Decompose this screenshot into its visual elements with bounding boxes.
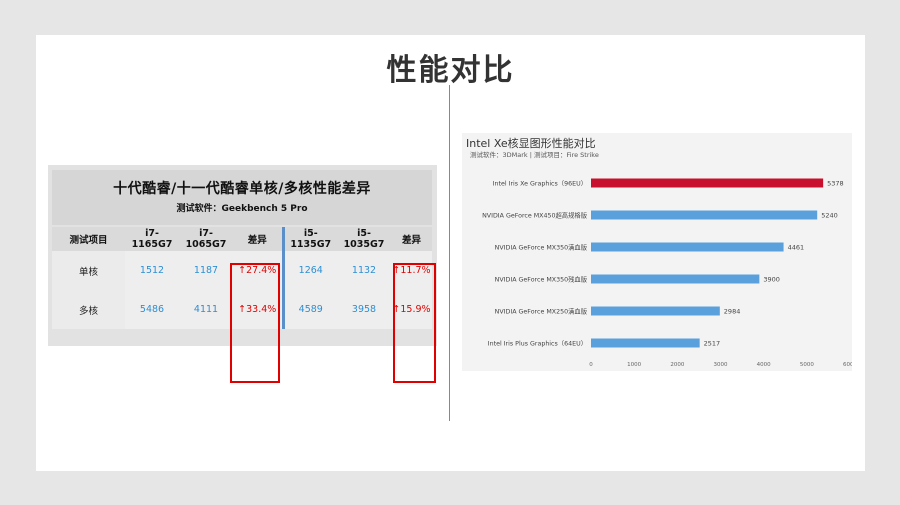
bar bbox=[591, 306, 720, 316]
bar-chart: Intel Iris Xe Graphics（96EU） 5378 NVIDIA G… bbox=[482, 178, 852, 368]
bar bbox=[591, 210, 818, 220]
data-label: 5240 bbox=[821, 212, 838, 220]
cell-value: 5486 bbox=[125, 290, 179, 329]
header-i7-1065g7: i7-1065G7 bbox=[179, 227, 233, 251]
table-subtitle: 测试软件：Geekbench 5 Pro bbox=[176, 204, 308, 214]
header-i7-1165g7: i7-1165G7 bbox=[125, 227, 179, 251]
category-label: NVIDIA GeForce MX250满血版 bbox=[495, 307, 588, 316]
data-label: 2517 bbox=[704, 340, 721, 348]
table-header-row: 测试项目 i7-1165G7 i7-1065G7 差异 i5-1135G7 i5… bbox=[52, 227, 432, 251]
data-label: 4461 bbox=[788, 244, 805, 252]
table-header: 十代酷睿/十一代酷睿单核/多核性能差异 测试软件：Geekbench 5 Pro bbox=[52, 170, 432, 225]
x-tick-label: 0 bbox=[589, 362, 593, 368]
data-label: 2984 bbox=[724, 308, 741, 316]
cell-value: 1264 bbox=[283, 251, 337, 290]
x-tick-label: 1000 bbox=[627, 362, 641, 368]
row-label: 多核 bbox=[52, 290, 125, 329]
bar bbox=[591, 242, 784, 252]
bar bbox=[591, 338, 700, 348]
bar bbox=[591, 274, 760, 284]
category-label: NVIDIA GeForce MX450超高规格版 bbox=[482, 211, 588, 220]
cell-value: 1512 bbox=[125, 251, 179, 290]
x-tick-label: 2000 bbox=[670, 362, 684, 368]
x-tick-label: 3000 bbox=[714, 362, 728, 368]
data-label: 3900 bbox=[763, 276, 780, 284]
highlight-box-diff-i5 bbox=[393, 263, 436, 383]
cell-value: 4111 bbox=[179, 290, 233, 329]
header-i5-1035g7: i5-1035G7 bbox=[337, 227, 391, 251]
row-label: 单核 bbox=[52, 251, 125, 290]
cell-value: 1132 bbox=[337, 251, 391, 290]
slide: 性能对比 十代酷睿/十一代酷睿单核/多核性能差异 测试软件：Geekbench … bbox=[36, 35, 865, 471]
gpu-chart-panel: Intel Xe核显图形性能对比 测试软件：3DMark | 测试项目：Fire… bbox=[462, 133, 852, 371]
cell-value: 4589 bbox=[283, 290, 337, 329]
bar bbox=[591, 178, 824, 188]
x-tick-label: 5000 bbox=[800, 362, 814, 368]
category-label: Intel Iris Plus Graphics（64EU） bbox=[488, 341, 587, 348]
divider-line bbox=[449, 85, 450, 421]
x-tick-label: 4000 bbox=[757, 362, 771, 368]
header-i5-1135g7: i5-1135G7 bbox=[283, 227, 337, 251]
cell-value: 1187 bbox=[179, 251, 233, 290]
category-label: NVIDIA GeForce MX350残血版 bbox=[495, 275, 588, 284]
category-label: NVIDIA GeForce MX350满血版 bbox=[495, 243, 588, 252]
benchmark-table-panel: 十代酷睿/十一代酷睿单核/多核性能差异 测试软件：Geekbench 5 Pro… bbox=[48, 165, 437, 383]
slide-title: 性能对比 bbox=[386, 53, 515, 88]
header-diff-i5: 差异 bbox=[391, 227, 432, 251]
table-title: 十代酷睿/十一代酷睿单核/多核性能差异 bbox=[113, 181, 371, 197]
category-label: Intel Iris Xe Graphics（96EU） bbox=[493, 181, 587, 188]
x-tick-label: 6000 bbox=[843, 362, 852, 368]
header-test-item: 测试项目 bbox=[52, 227, 125, 251]
cell-value: 3958 bbox=[337, 290, 391, 329]
data-label: 5378 bbox=[827, 180, 844, 188]
header-diff-i7: 差异 bbox=[233, 227, 285, 251]
highlight-box-diff-i7 bbox=[230, 263, 280, 383]
